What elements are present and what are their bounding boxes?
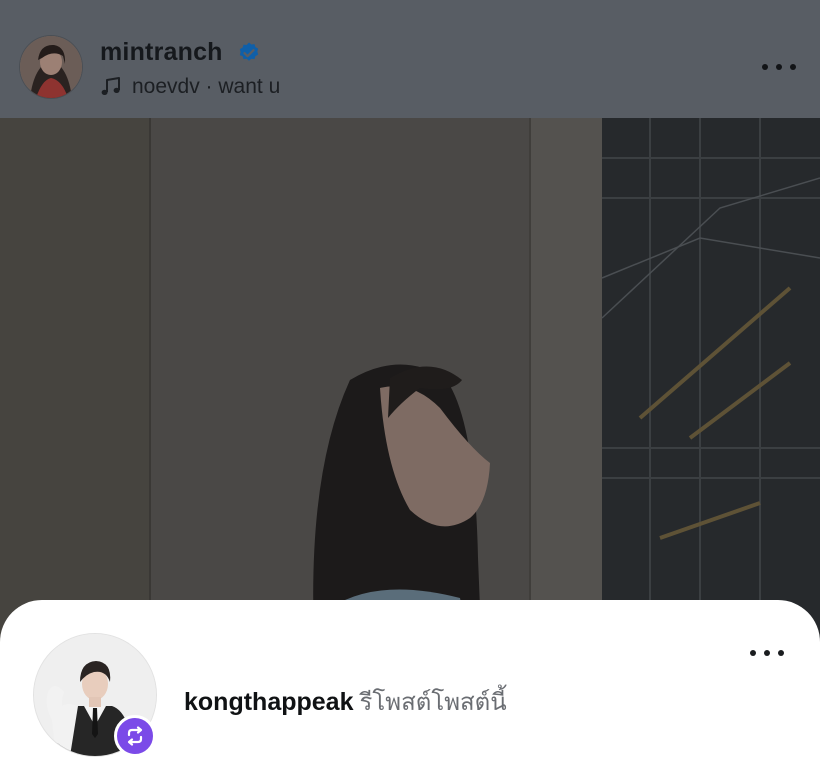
music-note-icon [101,77,120,95]
repost-icon [114,715,156,757]
repost-more-options-icon[interactable] [750,643,784,663]
repost-sheet: kongthappeak รีโพสต์โพสต์นี้ [0,600,820,784]
repost-caption: kongthappeak รีโพสต์โพสต์นี้ [184,682,507,721]
post-header: mintranch noevdv · want u [0,0,820,118]
repost-action-text: รีโพสต์โพสต์นี้ [359,689,507,716]
repost-username[interactable]: kongthappeak [184,688,353,716]
verified-badge-icon [239,42,259,61]
post-username[interactable]: mintranch [100,38,223,67]
post-photo[interactable] [0,118,820,658]
music-track-label: noevdv · want u [132,75,281,98]
post-author-avatar[interactable] [20,36,82,98]
post-more-options-icon[interactable] [762,57,796,77]
